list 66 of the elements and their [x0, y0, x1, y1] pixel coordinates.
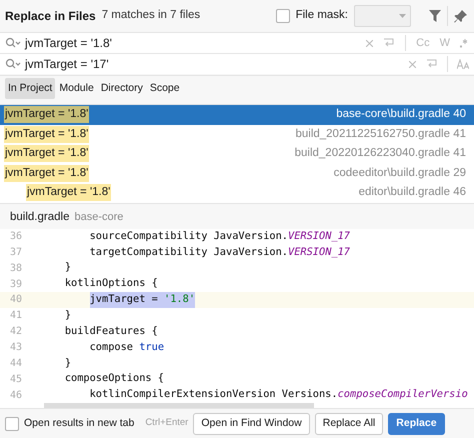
- scope-tab[interactable]: Scope: [146, 78, 183, 100]
- file-mask-label: File mask:: [296, 8, 348, 24]
- preserve-case-icon[interactable]: [457, 59, 469, 69]
- file-location: editor\build.gradle 46: [358, 185, 466, 200]
- scope-tab[interactable]: In Project: [5, 78, 56, 100]
- line-number: 36: [9, 230, 24, 244]
- caret-icon: [399, 14, 406, 18]
- newline-icon[interactable]: [426, 59, 438, 69]
- result-row[interactable]: jvmTarget = '1.8' build_20211225162750.gradle 41: [0, 124, 474, 144]
- code-line: 46 kotlinCompilerExtensionVersion Versions.composeCompilerVersio: [0, 387, 474, 403]
- search-icon[interactable]: [5, 37, 21, 49]
- file-location: base-core\build.gradle 40: [336, 107, 466, 122]
- new-tab-label: Open results in new tab: [24, 416, 134, 431]
- line-number: 43: [9, 340, 24, 355]
- line-number: 41: [9, 309, 24, 324]
- replace-field[interactable]: jvmTarget = '17': [0, 53, 474, 74]
- newline-icon[interactable]: [383, 38, 396, 48]
- regex-icon[interactable]: [460, 38, 469, 48]
- dialog-button[interactable]: Replace: [388, 412, 445, 434]
- match-text: jvmTarget = '1.8': [26, 184, 112, 202]
- checkbox[interactable]: [5, 416, 19, 430]
- shortcut-hint: Ctrl+Enter: [145, 416, 188, 430]
- match-text: jvmTarget = '1.8': [4, 164, 90, 182]
- pin-icon[interactable]: [454, 10, 467, 22]
- line-number: 38: [9, 262, 24, 276]
- file-location: build_20220126223040.gradle 41: [294, 146, 466, 162]
- preview-file-name: build.gradle: [10, 210, 70, 225]
- line-number: 40: [9, 293, 24, 308]
- match-text: jvmTarget = '1.8': [4, 106, 90, 124]
- filter-icon[interactable]: [429, 10, 441, 22]
- file-location: build_20211225162750.gradle 41: [295, 126, 466, 142]
- code-line: 37 targetCompatibility JavaVersion.VERSION_17: [0, 244, 474, 260]
- dialog-title: Replace in Files: [5, 8, 96, 25]
- file-mask-dropdown[interactable]: [354, 5, 411, 27]
- file-location: codeeditor\build.gradle 29: [334, 166, 466, 181]
- line-number: 45: [9, 372, 24, 387]
- code-line: 45 composeOptions {: [0, 371, 474, 388]
- match-text: jvmTarget = '1.8': [4, 126, 90, 143]
- line-number: 46: [9, 388, 24, 403]
- code-line: 42 buildFeatures {: [0, 324, 474, 340]
- match-text: jvmTarget = '1.8': [4, 145, 90, 162]
- code-line: 38 }: [0, 260, 474, 276]
- clear-icon[interactable]: [409, 60, 416, 68]
- scope-tab[interactable]: Module: [56, 78, 97, 100]
- preview-module: base-core: [74, 210, 124, 226]
- code-line: 43 compose true: [0, 340, 474, 356]
- line-number: 37: [9, 246, 24, 260]
- code-line: 44 }: [0, 355, 474, 372]
- dialog-button[interactable]: Open in Find Window: [193, 412, 310, 434]
- checkbox[interactable]: [276, 9, 290, 23]
- line-number: 42: [9, 325, 24, 340]
- code-line: 41 }: [0, 308, 474, 324]
- code-line: 39 kotlinOptions {: [0, 276, 474, 292]
- find-field[interactable]: jvmTarget = '1.8' Cc W: [0, 32, 474, 53]
- horizontal-scrollbar[interactable]: [44, 402, 314, 408]
- dialog-button[interactable]: Replace All: [314, 412, 384, 434]
- match-summary: 7 matches in 7 files: [102, 8, 200, 24]
- replace-text: jvmTarget = '17': [25, 56, 110, 73]
- line-number: 44: [9, 356, 24, 371]
- line-number: 39: [9, 278, 24, 292]
- search-icon[interactable]: [5, 58, 21, 70]
- code-line: 36 sourceCompatibility JavaVersion.VERSION_17: [0, 228, 474, 244]
- scope-tab[interactable]: Directory: [98, 78, 146, 100]
- find-text: jvmTarget = '1.8': [25, 35, 113, 52]
- clear-icon[interactable]: [366, 40, 374, 46]
- result-row[interactable]: jvmTarget = '1.8' base-core\build.gradle 40: [0, 105, 474, 124]
